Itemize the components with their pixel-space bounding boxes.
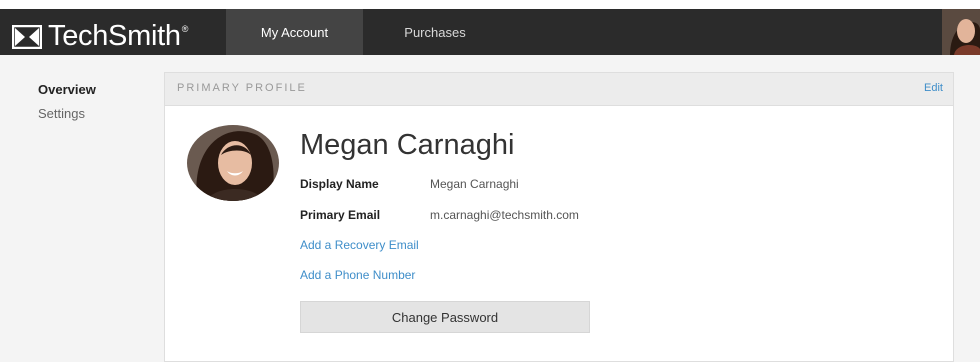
primary-email-label: Primary Email <box>300 208 381 222</box>
user-avatar-menu[interactable] <box>942 9 980 55</box>
add-phone-number-link[interactable]: Add a Phone Number <box>300 268 415 282</box>
techsmith-logo-icon <box>12 24 42 49</box>
sidebar-nav: Overview Settings <box>38 82 96 130</box>
panel-header: PRIMARY PROFILE Edit <box>165 73 953 106</box>
user-avatar-icon <box>942 9 980 55</box>
display-name-label: Display Name <box>300 177 379 191</box>
profile-photo <box>187 125 279 201</box>
edit-link[interactable]: Edit <box>924 82 943 94</box>
add-recovery-email-link[interactable]: Add a Recovery Email <box>300 238 419 252</box>
sidebar-item-settings[interactable]: Settings <box>38 106 96 121</box>
panel-title: PRIMARY PROFILE <box>177 82 307 94</box>
sidebar-item-overview[interactable]: Overview <box>38 82 96 97</box>
profile-name: Megan Carnaghi <box>300 129 515 161</box>
primary-profile-panel: PRIMARY PROFILE Edit Megan Carnaghi Disp… <box>164 72 954 362</box>
tab-purchases[interactable]: Purchases <box>380 9 490 55</box>
display-name-value: Megan Carnaghi <box>430 177 519 191</box>
tab-my-account[interactable]: My Account <box>226 9 363 55</box>
primary-email-row: Primary Email m.carnaghi@techsmith.com <box>300 208 579 222</box>
primary-email-value: m.carnaghi@techsmith.com <box>430 208 579 222</box>
techsmith-logo[interactable]: TechSmith® <box>12 20 188 53</box>
brand-name: TechSmith® <box>48 20 189 52</box>
change-password-button[interactable]: Change Password <box>300 301 590 333</box>
tab-my-account-label: My Account <box>260 24 329 40</box>
display-name-row: Display Name Megan Carnaghi <box>300 177 519 191</box>
tab-purchases-label: Purchases <box>404 24 466 40</box>
top-navigation-bar: TechSmith® My Account Purchases <box>0 0 980 55</box>
